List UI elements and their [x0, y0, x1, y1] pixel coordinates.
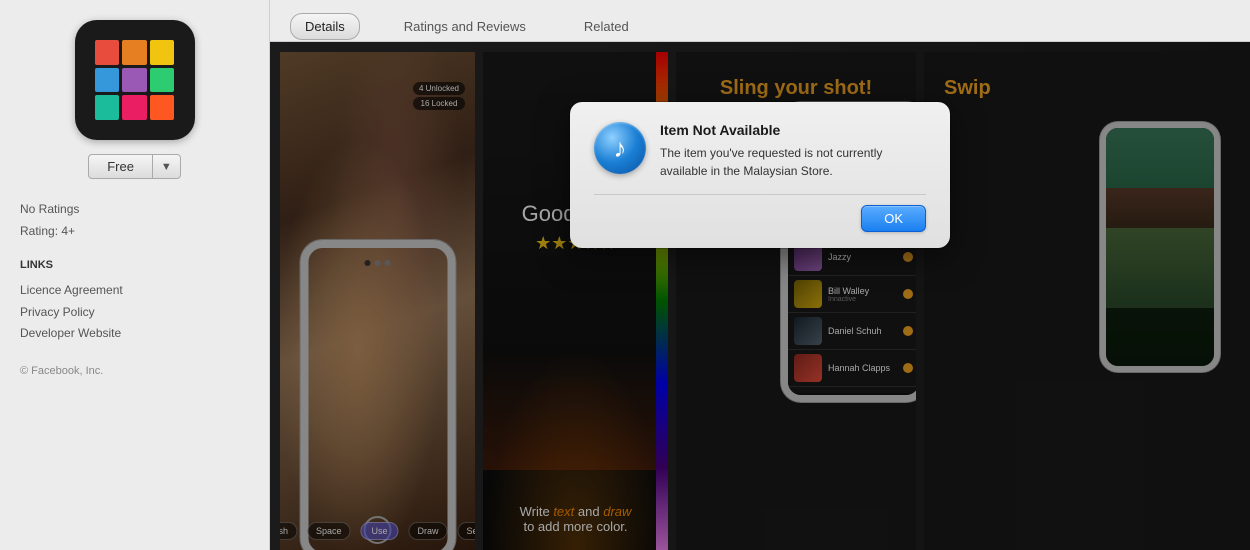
dialog-title: Item Not Available [660, 122, 926, 138]
ratings-text: No Ratings [20, 199, 249, 221]
tab-details[interactable]: Details [290, 13, 360, 40]
music-note-icon: ♪ [614, 135, 627, 161]
dialog-box: ♪ Item Not Available The item you've req… [570, 102, 950, 248]
free-button-wrapper: Free ▼ [20, 154, 249, 179]
age-rating-text: Rating: 4+ [20, 221, 249, 243]
main-content: Details Ratings and Reviews Related 4 Un… [270, 0, 1250, 550]
links-section-title: LINKS [20, 256, 249, 276]
tab-related[interactable]: Related [570, 14, 643, 39]
ok-button[interactable]: OK [861, 205, 926, 232]
dialog-footer: OK [594, 194, 926, 232]
tab-ratings[interactable]: Ratings and Reviews [390, 14, 540, 39]
free-button-label: Free [89, 155, 153, 178]
free-button[interactable]: Free ▼ [88, 154, 181, 179]
privacy-link[interactable]: Privacy Policy [20, 302, 249, 324]
dialog-header: ♪ Item Not Available The item you've req… [594, 122, 926, 180]
dropdown-arrow-icon[interactable]: ▼ [153, 157, 180, 177]
developer-link[interactable]: Developer Website [20, 323, 249, 345]
sidebar: Free ▼ No Ratings Rating: 4+ LINKS Licen… [0, 0, 270, 550]
app-icon [75, 20, 195, 140]
screenshots-area: 4 Unlocked 16 Locked Fla [270, 42, 1250, 550]
dialog-overlay: ♪ Item Not Available The item you've req… [270, 42, 1250, 550]
licence-link[interactable]: Licence Agreement [20, 280, 249, 302]
dialog-message: The item you've requested is not current… [660, 144, 926, 180]
tabs-bar: Details Ratings and Reviews Related [270, 0, 1250, 42]
app-page: Free ▼ No Ratings Rating: 4+ LINKS Licen… [0, 0, 1250, 550]
app-icon-wrapper [20, 20, 249, 140]
copyright-text: © Facebook, Inc. [20, 365, 249, 377]
dialog-title-area: Item Not Available The item you've reque… [660, 122, 926, 180]
sidebar-info: No Ratings Rating: 4+ LINKS Licence Agre… [20, 199, 249, 345]
itunes-icon: ♪ [594, 122, 646, 174]
app-icon-grid [95, 40, 175, 120]
